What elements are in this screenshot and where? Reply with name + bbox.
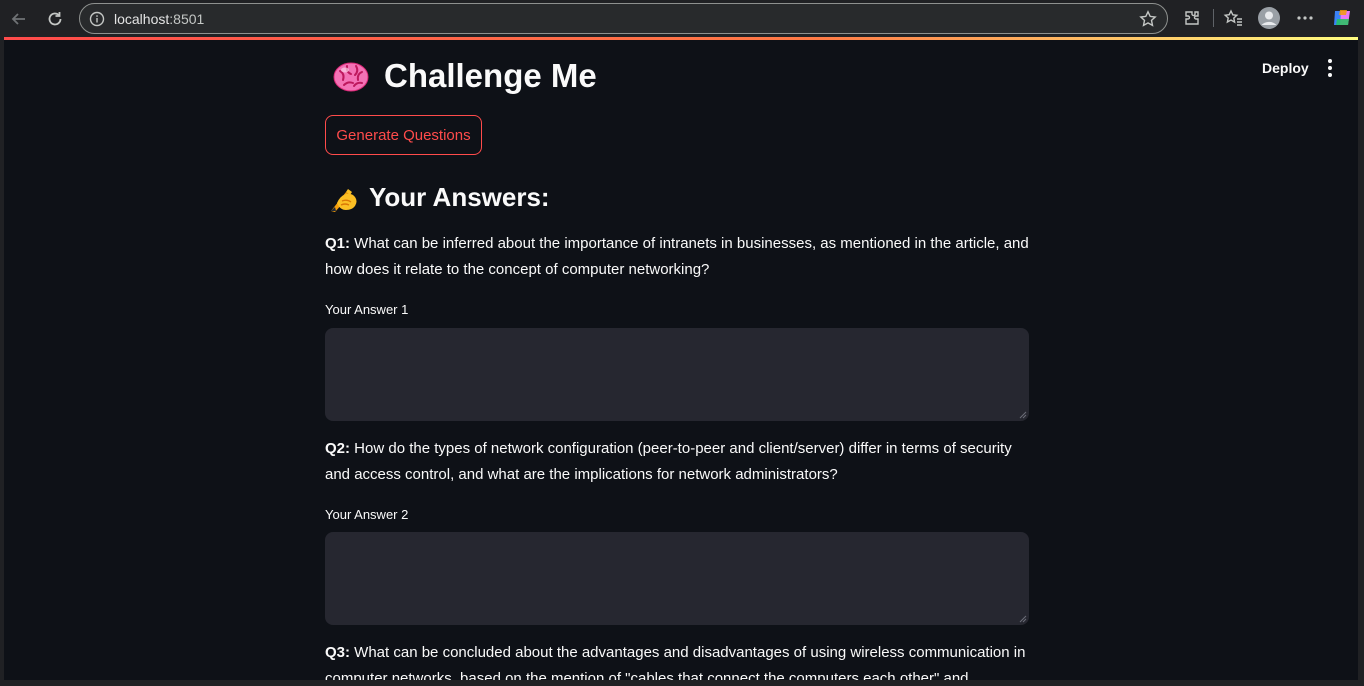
address-bar[interactable]: localhost:8501 bbox=[79, 3, 1168, 34]
more-options-icon[interactable] bbox=[1294, 7, 1316, 29]
deploy-button[interactable]: Deploy bbox=[1262, 60, 1309, 76]
resize-grip-icon[interactable] bbox=[1019, 411, 1027, 419]
question-3-text: What can be concluded about the advantag… bbox=[325, 644, 1026, 680]
writing-hand-icon bbox=[331, 188, 357, 212]
bookmark-star-icon[interactable] bbox=[1139, 10, 1157, 33]
resize-grip-icon[interactable] bbox=[1019, 615, 1027, 623]
back-icon[interactable] bbox=[6, 6, 32, 32]
page-title-text: Challenge Me bbox=[384, 57, 597, 94]
page-title: Challenge Me bbox=[332, 57, 597, 95]
answers-heading-text: Your Answers: bbox=[369, 182, 550, 212]
favorites-icon[interactable] bbox=[1222, 7, 1244, 29]
answers-heading: Your Answers: bbox=[329, 182, 550, 213]
answer-1-label: Your Answer 1 bbox=[325, 302, 409, 317]
question-2-text: How do the types of network configuratio… bbox=[325, 440, 1012, 483]
copilot-icon[interactable] bbox=[1331, 7, 1353, 29]
generate-questions-button[interactable]: Generate Questions bbox=[325, 115, 482, 155]
question-2-prefix: Q2: bbox=[325, 440, 351, 457]
question-1: Q1: What can be inferred about the impor… bbox=[325, 231, 1029, 282]
toolbar-divider bbox=[1213, 9, 1214, 27]
reload-icon[interactable] bbox=[42, 6, 68, 32]
profile-avatar-icon[interactable] bbox=[1258, 7, 1280, 29]
question-3: Q3: What can be concluded about the adva… bbox=[325, 640, 1029, 680]
url-text: localhost:8501 bbox=[114, 11, 204, 27]
browser-toolbar: localhost:8501 bbox=[0, 0, 1364, 37]
answer-1-textarea[interactable] bbox=[325, 328, 1029, 421]
window-bottom-edge bbox=[0, 680, 1364, 686]
header-decoration bbox=[4, 37, 1358, 40]
question-1-prefix: Q1: bbox=[325, 235, 351, 252]
url-host: localhost bbox=[114, 10, 170, 27]
question-2: Q2: How do the types of network configur… bbox=[325, 436, 1029, 487]
answer-2-label: Your Answer 2 bbox=[325, 507, 409, 522]
question-1-text: What can be inferred about the importanc… bbox=[325, 235, 1029, 278]
site-info-icon[interactable] bbox=[88, 10, 106, 28]
answer-2-textarea[interactable] bbox=[325, 532, 1029, 625]
app-viewport: Deploy Challenge Me Generate Questions Y… bbox=[4, 37, 1358, 680]
question-3-prefix: Q3: bbox=[325, 644, 351, 661]
url-port: :8501 bbox=[169, 10, 205, 27]
brain-icon bbox=[333, 62, 369, 92]
extensions-icon[interactable] bbox=[1181, 7, 1203, 29]
main-menu-icon[interactable] bbox=[1322, 59, 1338, 77]
